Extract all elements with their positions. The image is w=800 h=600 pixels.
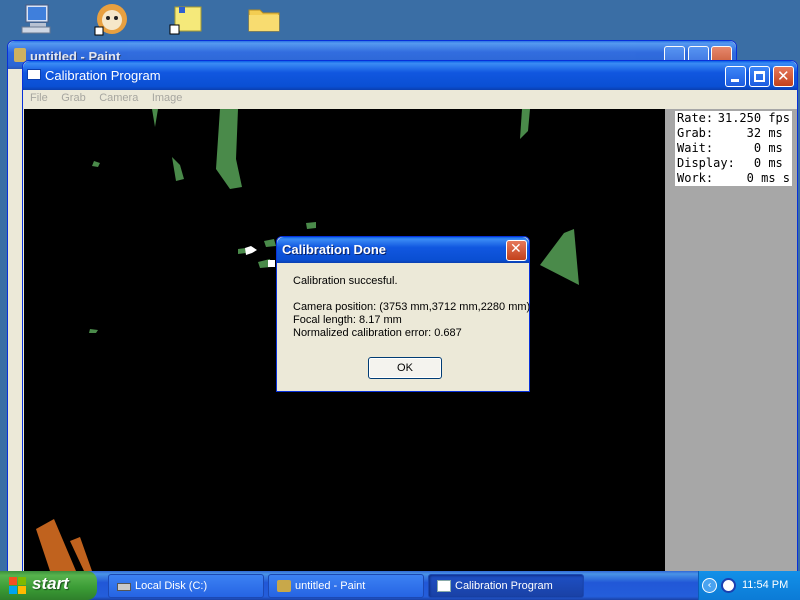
dialog-status-text: Calibration succesful. xyxy=(293,275,398,287)
ok-button[interactable]: OK xyxy=(368,357,442,379)
minimize-icon xyxy=(731,79,739,82)
stat-value: 0 ms s xyxy=(746,171,790,185)
my-computer-icon[interactable] xyxy=(18,2,54,36)
taskbar: start Local Disk (C:) untitled - Paint C… xyxy=(0,571,800,600)
green-blob xyxy=(238,248,246,254)
green-blob xyxy=(216,109,242,189)
taskbar-button-label: untitled - Paint xyxy=(295,580,366,592)
start-button[interactable]: start xyxy=(0,571,97,600)
stats-panel: Rate: 31.250 fps Grab: 32 ms Wait: 0 ms Dis… xyxy=(665,109,797,571)
dialog-calibration-error: Normalized calibration error: 0.687 xyxy=(293,327,462,339)
calibration-marker xyxy=(245,246,257,255)
taskbar-button-calibration[interactable]: Calibration Program xyxy=(428,574,584,598)
paint-icon xyxy=(277,580,291,592)
menu-grab[interactable]: Grab xyxy=(56,90,90,104)
close-icon: ✕ xyxy=(510,241,522,257)
paint-app-icon xyxy=(14,48,26,62)
stat-label: Grab: xyxy=(677,126,714,140)
green-blob xyxy=(306,222,316,229)
stats-readout: Rate: 31.250 fps Grab: 32 ms Wait: 0 ms Dis… xyxy=(675,111,792,186)
dialog-camera-position: Camera position: (3753 mm,3712 mm,2280 m… xyxy=(293,301,531,313)
calibration-title-bar[interactable]: Calibration Program ✕ xyxy=(23,61,797,90)
stat-wait: Wait: 0 ms xyxy=(675,141,792,156)
drive-icon xyxy=(117,583,131,591)
dialog-close-button[interactable]: ✕ xyxy=(506,240,527,261)
calibration-title: Calibration Program xyxy=(45,68,161,83)
maximize-button[interactable] xyxy=(749,66,770,87)
clock[interactable]: 11:54 PM xyxy=(742,579,788,591)
green-blob xyxy=(540,229,579,285)
taskbar-button-local-disk[interactable]: Local Disk (C:) xyxy=(108,574,264,598)
folder-icon[interactable] xyxy=(246,2,282,36)
stat-label: Display: xyxy=(677,156,735,170)
taskbar-button-label: Local Disk (C:) xyxy=(135,580,208,592)
stat-value: 0 ms xyxy=(753,156,790,170)
taskbar-button-paint[interactable]: untitled - Paint xyxy=(268,574,424,598)
mascot-shortcut-icon[interactable] xyxy=(94,2,130,36)
menu-file[interactable]: File xyxy=(25,90,53,104)
menu-bar: File Grab Camera Image xyxy=(25,90,795,108)
stat-label: Rate: xyxy=(677,111,714,125)
dialog-title: Calibration Done xyxy=(282,242,387,257)
menu-camera[interactable]: Camera xyxy=(94,90,143,104)
calibration-marker xyxy=(268,260,275,267)
stat-grab: Grab: 32 ms xyxy=(675,126,792,141)
close-button[interactable]: ✕ xyxy=(773,66,794,87)
dialog-title-bar[interactable]: Calibration Done ✕ xyxy=(277,237,529,263)
green-blob xyxy=(152,109,158,127)
green-blob xyxy=(92,161,100,167)
dialog-focal-length: Focal length: 8.17 mm xyxy=(293,314,402,326)
dialog-spacer xyxy=(293,288,530,301)
menu-image[interactable]: Image xyxy=(147,90,188,104)
stat-value: 32 ms xyxy=(746,126,790,140)
close-icon: ✕ xyxy=(777,67,790,85)
network-icon[interactable] xyxy=(721,578,736,593)
stat-display: Display: 0 ms xyxy=(675,156,792,171)
stat-work: Work: 0 ms s xyxy=(675,171,792,186)
green-blob xyxy=(89,329,98,333)
stat-label: Wait: xyxy=(677,141,714,155)
taskbar-button-label: Calibration Program xyxy=(455,580,553,592)
green-blob xyxy=(520,109,530,139)
stat-value: 0 ms xyxy=(753,141,790,155)
windows-logo-icon xyxy=(9,577,27,594)
folder-shortcut-icon[interactable] xyxy=(169,2,205,36)
calibration-done-dialog[interactable]: Calibration Done ✕ Calibration succesful… xyxy=(276,236,530,392)
calibration-app-icon xyxy=(27,69,41,80)
stat-rate: Rate: 31.250 fps xyxy=(675,111,792,126)
start-label: start xyxy=(32,574,69,593)
stat-label: Work: xyxy=(677,171,714,185)
orange-blob xyxy=(36,519,76,571)
stat-value: 31.250 fps xyxy=(717,111,790,125)
window-icon xyxy=(437,580,451,592)
maximize-icon xyxy=(754,71,765,82)
dialog-message: Calibration succesful. Camera position: … xyxy=(293,275,530,340)
minimize-button[interactable] xyxy=(725,66,746,87)
chevron-left-icon[interactable]: ‹ xyxy=(702,578,717,593)
green-blob xyxy=(172,157,184,181)
system-tray: ‹ 11:54 PM xyxy=(698,571,800,600)
green-blob xyxy=(264,239,276,247)
